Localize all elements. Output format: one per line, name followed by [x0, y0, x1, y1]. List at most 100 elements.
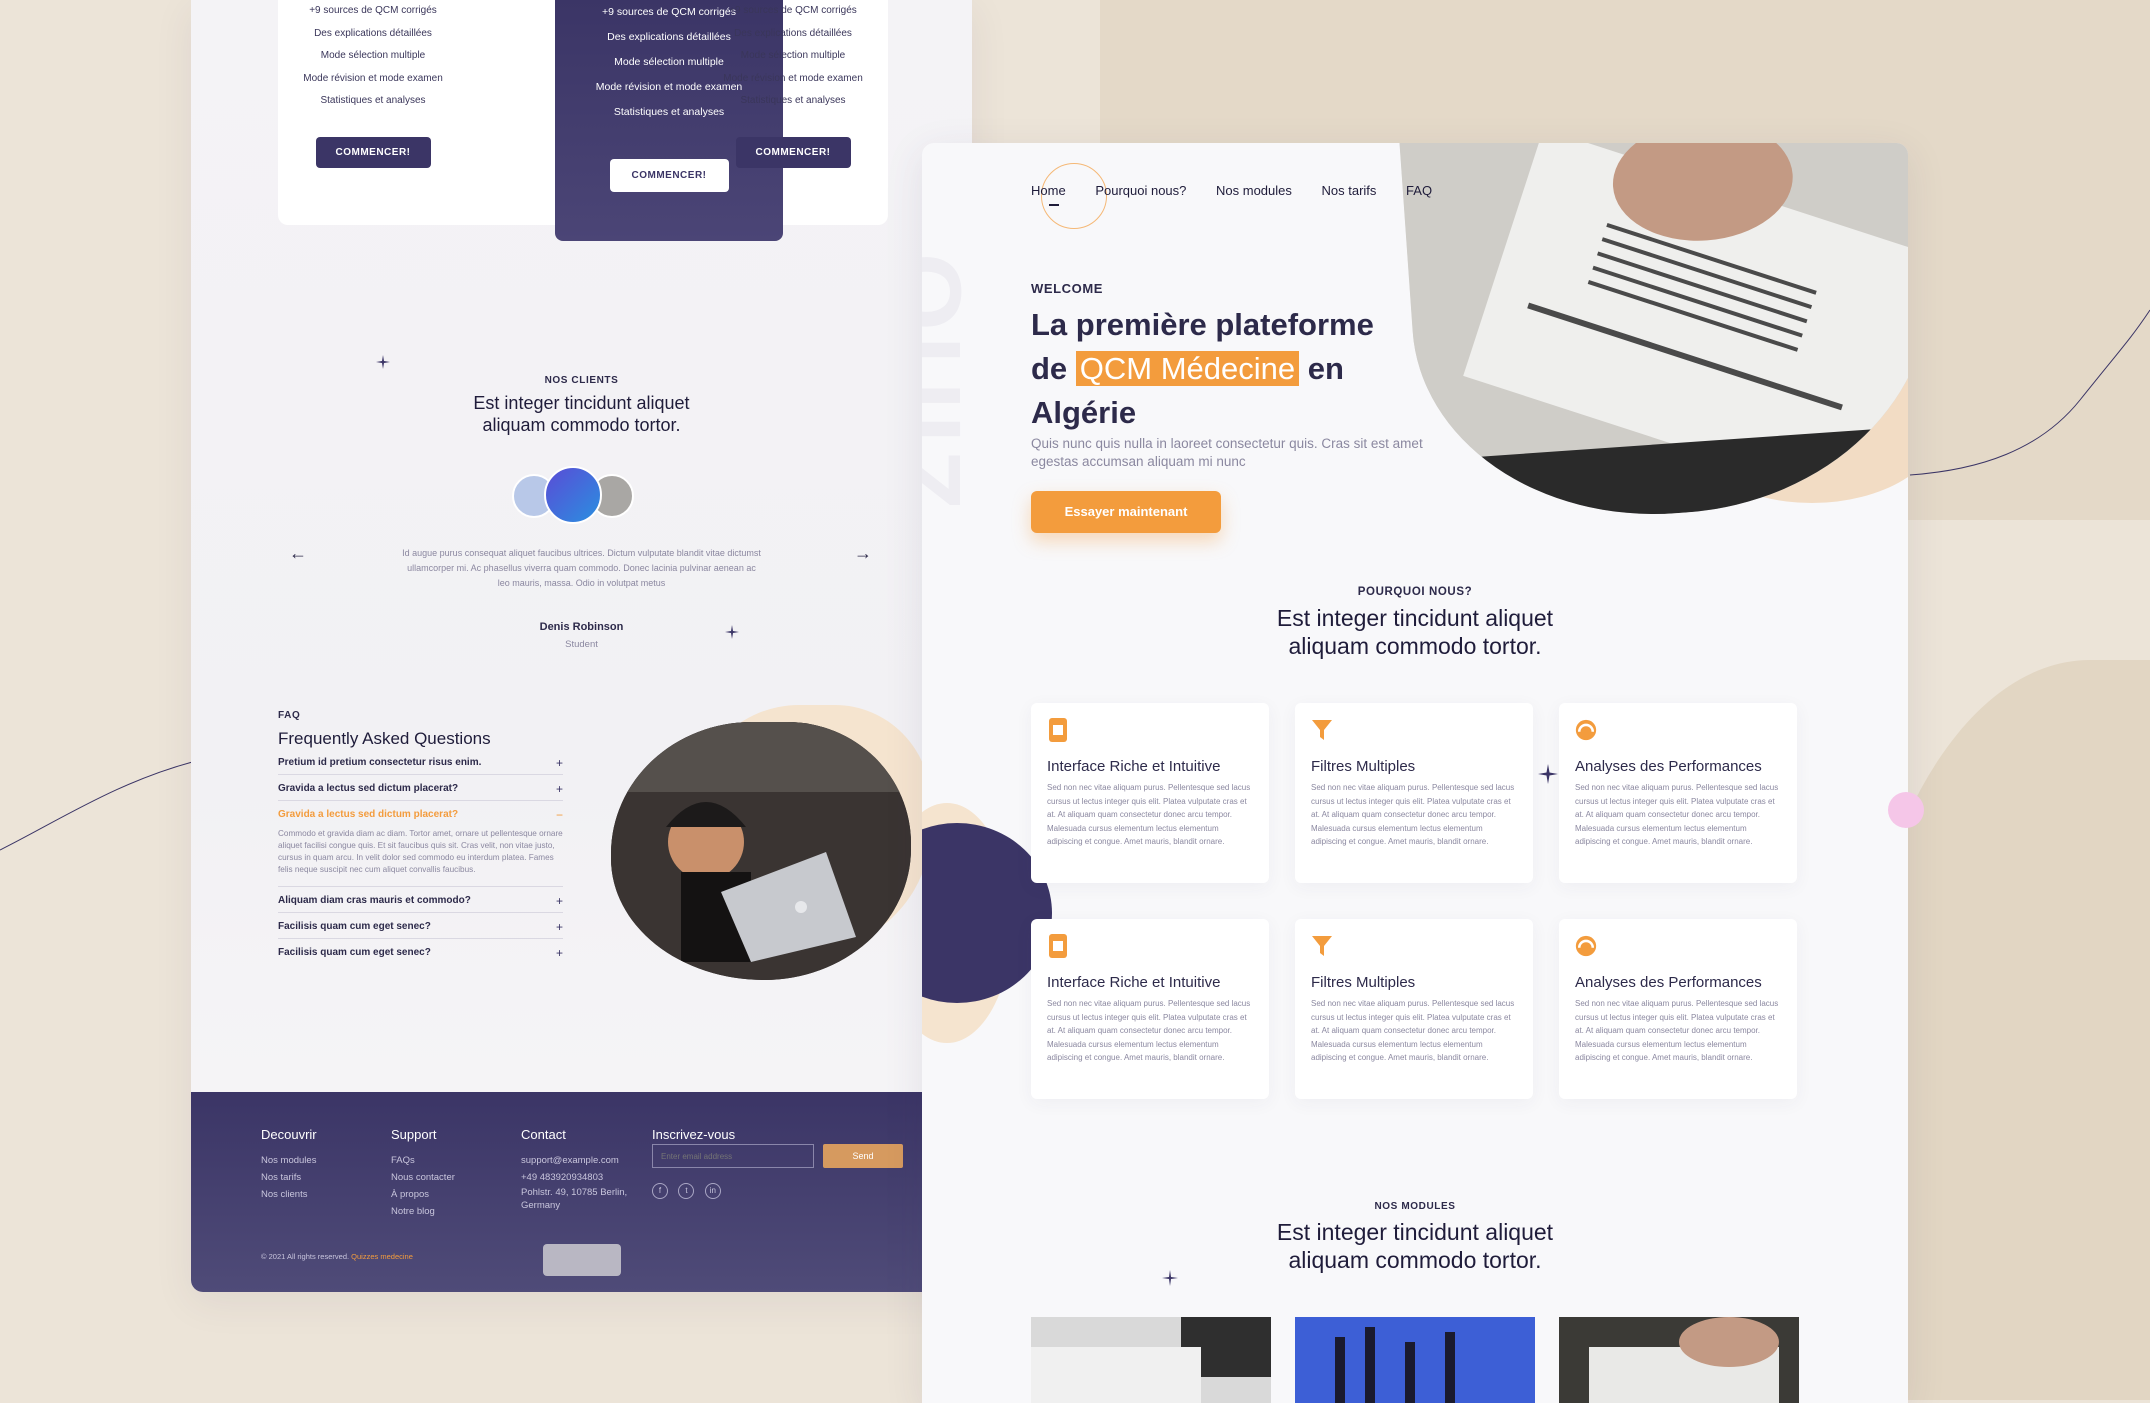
feature-title: Analyses des Performances — [1575, 974, 1762, 991]
feature-text: Sed non nec vitae aliquam purus. Pellent… — [1575, 783, 1779, 846]
footer-link[interactable]: Nos modules — [261, 1152, 317, 1169]
footer-link[interactable]: Nos tarifs — [261, 1169, 317, 1186]
feature-text: Sed non nec vitae aliquam purus. Pellent… — [1047, 999, 1251, 1062]
newsletter-email-input[interactable] — [652, 1144, 814, 1168]
star-decoration-icon — [1162, 1270, 1178, 1286]
decorative-line — [1909, 309, 2150, 476]
faq-section: FAQ Frequently Asked Questions Pretium i… — [278, 710, 563, 964]
pourquoi-section: POURQUOI NOUS? Est integer tincidunt ali… — [922, 586, 1908, 660]
contact-phone-link[interactable]: +49 483920934803 — [521, 1169, 641, 1186]
expand-icon[interactable]: + — [556, 894, 563, 908]
expand-icon[interactable]: + — [556, 756, 563, 770]
module-card-image[interactable] — [1031, 1317, 1271, 1403]
gauge-icon — [1575, 935, 1597, 957]
faq-item[interactable]: Facilisis quam cum eget senec? + — [278, 913, 563, 939]
pricing-feature: Statistiques et analyses — [740, 95, 846, 106]
expand-icon[interactable]: + — [556, 782, 563, 796]
footer-link[interactable]: Nos clients — [261, 1186, 317, 1203]
feature-title: Filtres Multiples — [1311, 974, 1416, 991]
pricing-feature: +9 sources de QCM corrigés — [309, 5, 437, 16]
social-links: f t in — [652, 1180, 727, 1199]
feature-text: Sed non nec vitae aliquam purus. Pellent… — [1311, 783, 1515, 846]
faq-title: Frequently Asked Questions — [278, 729, 491, 748]
main-nav: Home Pourquoi nous? Nos modules Nos tari… — [1031, 183, 1458, 198]
avatar[interactable] — [543, 466, 602, 524]
pricing-card-basic: +9 sources de QCM corrigés Des explicati… — [278, 0, 468, 168]
nav-tarifs[interactable]: Nos tarifs — [1322, 183, 1377, 198]
footer-link[interactable]: FAQs — [391, 1152, 455, 1169]
pricing-feature: Des explications détaillées — [734, 27, 852, 39]
feature-card: Analyses des Performances Sed non nec vi… — [1559, 919, 1797, 1099]
facebook-icon[interactable]: f — [652, 1183, 668, 1199]
module-card-image[interactable] — [1559, 1317, 1799, 1403]
faq-item[interactable]: Aliquam diam cras mauris et commodo? + — [278, 887, 563, 913]
nav-faq[interactable]: FAQ — [1406, 183, 1432, 198]
gauge-icon — [1575, 719, 1597, 741]
feature-title: Filtres Multiples — [1311, 758, 1416, 775]
hero-title-highlight: QCM Médecine — [1075, 351, 1300, 386]
faq-eyebrow: FAQ — [278, 710, 301, 721]
send-button[interactable]: Send — [823, 1144, 903, 1168]
brand-link[interactable]: Quizzes medecine — [351, 1252, 413, 1261]
nav-modules[interactable]: Nos modules — [1216, 183, 1292, 198]
feature-card: Filtres Multiples Sed non nec vitae aliq… — [1295, 919, 1533, 1099]
collapse-icon[interactable]: − — [556, 808, 563, 822]
clients-eyebrow: NOS CLIENTS — [544, 375, 619, 386]
clients-section: NOS CLIENTS Est integer tincidunt alique… — [191, 375, 972, 650]
footer-link[interactable]: Notre blog — [391, 1203, 455, 1220]
footer-contact: Contact support@example.com +49 48392093… — [521, 1127, 641, 1212]
next-arrow-icon[interactable]: → — [854, 543, 872, 564]
faq-item[interactable]: Facilisis quam cum eget senec? + — [278, 939, 563, 964]
expand-icon[interactable]: + — [556, 920, 563, 934]
footer-link[interactable]: À propos — [391, 1186, 455, 1203]
faq-item[interactable]: Gravida a lectus sed dictum placerat? + — [278, 775, 563, 801]
footer-link[interactable]: Nous contacter — [391, 1169, 455, 1186]
contact-address: Pohlstr. 49, 10785 Berlin, Germany — [521, 1187, 628, 1211]
faq-question[interactable]: Aliquam diam cras mauris et commodo? — [278, 895, 563, 906]
star-decoration-icon — [376, 355, 390, 369]
nav-pourquoi[interactable]: Pourquoi nous? — [1095, 183, 1186, 198]
commencer-button[interactable]: COMMENCER! — [735, 136, 851, 168]
testimonial-quote: Id augue purus consequat aliquet faucibu… — [402, 548, 761, 588]
prev-arrow-icon[interactable]: ← — [289, 543, 307, 564]
filter-icon — [1312, 720, 1332, 740]
contact-email-link[interactable]: support@example.com — [521, 1152, 641, 1169]
module-card-image[interactable] — [1295, 1317, 1535, 1403]
tablet-icon — [1049, 718, 1067, 742]
faq-question[interactable]: Gravida a lectus sed dictum placerat? — [278, 783, 563, 794]
copyright-text: © 2021 All rights reserved. — [261, 1252, 350, 1261]
try-now-button[interactable]: Essayer maintenant — [1031, 491, 1221, 533]
footer-heading: Support — [391, 1127, 437, 1142]
hero-title: La première plateforme de QCM Médecine e… — [1031, 303, 1451, 435]
faq-item[interactable]: Pretium id pretium consectetur risus eni… — [278, 749, 563, 775]
feature-card: Analyses des Performances Sed non nec vi… — [1559, 703, 1797, 883]
right-page-mockup: QUIZ Home Pourquoi nous? Nos modules Nos… — [922, 143, 1908, 1403]
faq-answer: Commodo et gravida diam ac diam. Tortor … — [278, 829, 563, 874]
twitter-icon[interactable]: t — [678, 1183, 695, 1199]
testimonial-author: Denis Robinson — [539, 621, 624, 633]
faq-question[interactable]: Facilisis quam cum eget senec? — [278, 921, 563, 932]
linkedin-icon[interactable]: in — [704, 1183, 721, 1199]
faq-item-open[interactable]: Gravida a lectus sed dictum placerat? − … — [278, 801, 563, 887]
faq-question[interactable]: Facilisis quam cum eget senec? — [278, 947, 563, 958]
pricing-feature: Des explications détaillées — [314, 27, 432, 39]
modules-eyebrow: NOS MODULES — [1374, 1201, 1456, 1212]
feature-card: Filtres Multiples Sed non nec vitae aliq… — [1295, 703, 1533, 883]
placeholder-button[interactable] — [543, 1244, 621, 1276]
modules-title: Est integer tincidunt aliquet aliquam co… — [1276, 1219, 1554, 1273]
faq-question[interactable]: Gravida a lectus sed dictum placerat? — [278, 809, 563, 820]
hero-title-line: de — [1031, 351, 1076, 386]
modules-section: NOS MODULES Est integer tincidunt alique… — [922, 1201, 1908, 1274]
tablet-icon — [1049, 934, 1067, 958]
expand-icon[interactable]: + — [556, 946, 563, 960]
hero-title-line: La première plateforme — [1031, 307, 1374, 342]
commencer-button[interactable]: COMMENCER! — [315, 136, 431, 168]
feature-text: Sed non nec vitae aliquam purus. Pellent… — [1311, 999, 1515, 1062]
footer-heading: Decouvrir — [261, 1127, 317, 1142]
hero-subtitle: Quis nunc quis nulla in laoreet consecte… — [1031, 436, 1423, 469]
faq-question[interactable]: Pretium id pretium consectetur risus eni… — [278, 757, 563, 768]
quiz-watermark: QUIZ — [922, 253, 981, 516]
star-decoration-icon — [725, 625, 739, 639]
nav-home[interactable]: Home — [1031, 183, 1066, 198]
footer-decouvrir: Decouvrir Nos modules Nos tarifs Nos cli… — [261, 1127, 317, 1203]
